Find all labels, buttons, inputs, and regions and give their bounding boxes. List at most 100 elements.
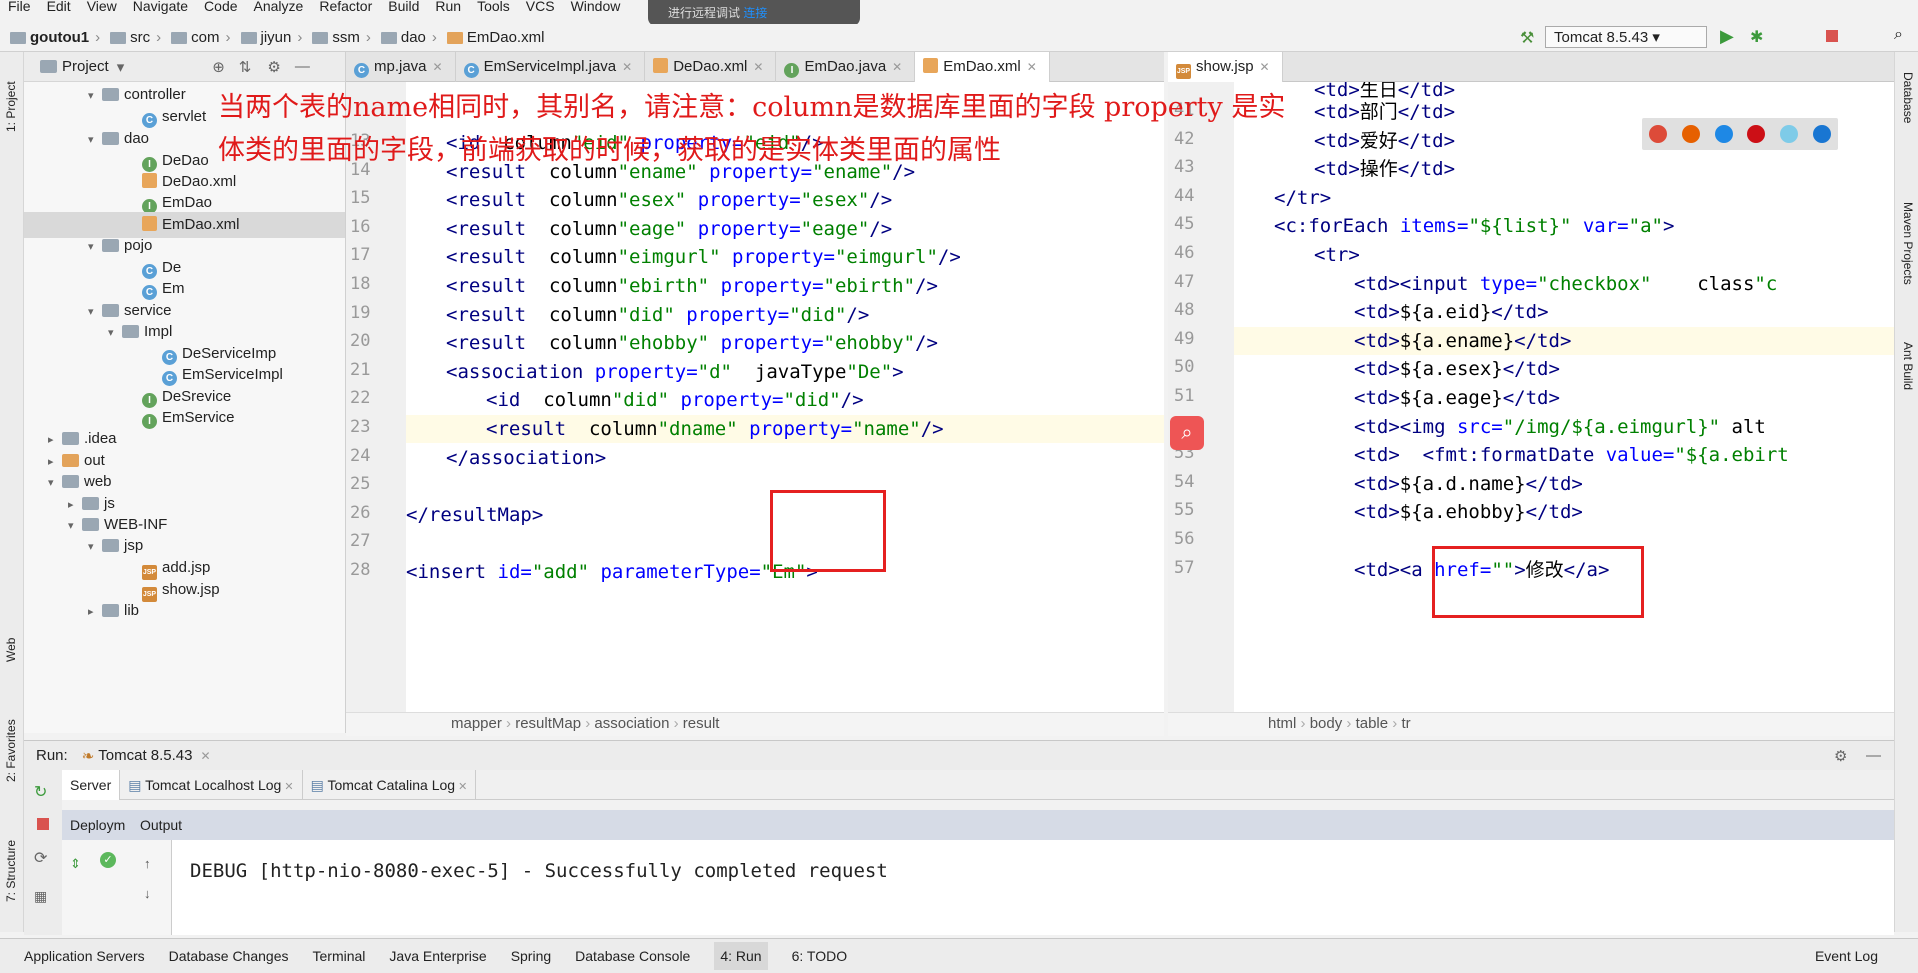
code-line[interactable]: <td>${a.eage}</td> (1354, 384, 1560, 412)
editor-crumb[interactable]: tr (1401, 715, 1410, 732)
run-icon[interactable]: ▶ (1720, 26, 1734, 47)
menu-item-analyze[interactable]: Analyze (254, 0, 304, 14)
minimize-icon[interactable]: — (1866, 747, 1881, 764)
remote-debug-notice[interactable]: 进行远程调试 连接 (648, 0, 860, 26)
status-tool[interactable]: 4: Run (714, 942, 768, 970)
breadcrumb-item[interactable]: dao › (380, 29, 437, 46)
layout-icon[interactable]: ▦ (34, 888, 47, 905)
code-line[interactable]: <td>${a.d.name}</td> (1354, 470, 1583, 498)
menu-item-view[interactable]: View (87, 0, 117, 14)
menu-item-file[interactable]: File (8, 0, 31, 14)
code-line[interactable]: </tr> (1274, 184, 1331, 212)
code-line[interactable]: <td>${a.ename}</td> (1234, 326, 1894, 355)
code-line[interactable]: <result column"ehobby" property="ehobby"… (446, 329, 938, 357)
code-line[interactable]: <result column"ebirth" property="ebirth"… (446, 272, 938, 300)
run-tab[interactable]: ▤ Tomcat Localhost Log ✕ (120, 770, 303, 800)
find-icon[interactable]: ⌕ (1170, 416, 1204, 450)
firefox-icon[interactable] (1681, 125, 1700, 143)
code-line[interactable]: <td>爱好</td> (1314, 127, 1455, 155)
close-icon[interactable]: ✕ (433, 60, 443, 74)
status-tool[interactable]: Spring (511, 948, 551, 964)
collapse-icon[interactable]: ⇅ (239, 58, 252, 76)
editor-crumb[interactable]: resultMap (515, 715, 581, 732)
run-config-tab[interactable]: Tomcat 8.5.43 (98, 747, 192, 764)
run-tab[interactable]: ▤ Tomcat Catalina Log ✕ (303, 770, 477, 800)
ant-tool-label[interactable]: Ant Build (1901, 342, 1915, 390)
menu-item-edit[interactable]: Edit (47, 0, 71, 14)
menu-item-navigate[interactable]: Navigate (133, 0, 188, 14)
editor-tab[interactable]: C EmServiceImpl.java ✕ (456, 52, 646, 82)
maven-tool-label[interactable]: Maven Projects (1901, 202, 1915, 285)
search-icon[interactable]: ⌕ (1894, 26, 1903, 44)
close-icon[interactable]: ✕ (281, 781, 293, 793)
database-tool-label[interactable]: Database (1901, 72, 1915, 123)
edge-icon[interactable] (1812, 125, 1831, 143)
menu-item-window[interactable]: Window (571, 0, 621, 14)
code-line[interactable]: <insert id="add" parameterType="Em"> (406, 558, 818, 586)
code-line[interactable]: <id column"did" property="did"/> (486, 386, 864, 414)
menu-item-refactor[interactable]: Refactor (319, 0, 372, 14)
status-tool[interactable]: Application Servers (24, 948, 145, 964)
close-icon[interactable]: ✕ (455, 781, 467, 793)
editor-tab[interactable]: I EmDao.java ✕ (776, 52, 916, 82)
code-line[interactable]: <td>${a.eid}</td> (1354, 298, 1549, 326)
status-tool[interactable]: Database Console (575, 948, 690, 964)
target-icon[interactable]: ⊕ (212, 58, 225, 76)
gear-icon[interactable]: ⚙ (1834, 747, 1847, 765)
code-line[interactable]: <result column"dname" property="name"/> (406, 415, 1164, 443)
editor-tab[interactable]: DeDao.xml ✕ (645, 52, 777, 82)
breadcrumb-item[interactable]: src › (110, 29, 161, 46)
status-tool[interactable]: Database Changes (169, 948, 289, 964)
project-tool-label[interactable]: 1: Project (4, 81, 18, 132)
code-line[interactable]: <td>${a.ehobby}</td> (1354, 498, 1583, 526)
code-line[interactable]: <result column"did" property="did"/> (446, 301, 869, 329)
console-output[interactable]: DEBUG [http-nio-8080-exec-5] - Successfu… (172, 840, 1894, 935)
close-icon[interactable]: ✕ (1027, 60, 1037, 74)
structure-tool-label[interactable]: 7: Structure (4, 840, 18, 902)
close-icon[interactable]: ✕ (753, 60, 763, 74)
code-line[interactable]: <td><input type="checkbox" class"c (1354, 270, 1777, 298)
menu-item-tools[interactable]: Tools (477, 0, 510, 14)
debug-icon[interactable]: ✱ (1750, 27, 1763, 47)
close-icon[interactable]: ✕ (622, 60, 632, 74)
chrome-icon[interactable] (1649, 125, 1668, 143)
code-line[interactable]: <result column"eage" property="eage"/> (446, 215, 892, 243)
code-line[interactable]: </resultMap> (406, 501, 543, 529)
editor-crumb[interactable]: association (594, 715, 669, 732)
tree-item[interactable]: ▸ lib (24, 598, 345, 625)
run-tab[interactable]: Server (62, 770, 121, 800)
expand-icon[interactable]: ⇕ (70, 856, 81, 872)
gear-icon[interactable]: ⚙ (267, 58, 280, 76)
breadcrumb-item[interactable]: com › (171, 29, 231, 46)
code-line[interactable]: <result column"esex" property="esex"/> (446, 186, 892, 214)
code-line[interactable]: <td>部门</td> (1314, 98, 1455, 126)
editor-tab[interactable]: EmDao.xml ✕ (915, 52, 1050, 82)
run-config-select[interactable]: Tomcat 8.5.43 ▾ (1545, 26, 1707, 48)
code-line[interactable]: <td>${a.esex}</td> (1354, 355, 1560, 383)
editor-crumb[interactable]: body (1310, 715, 1343, 732)
safari-icon[interactable] (1714, 125, 1733, 143)
menu-item-vcs[interactable]: VCS (526, 0, 555, 14)
breadcrumb-item[interactable]: ssm › (312, 29, 371, 46)
editor-tab[interactable]: Cmp.java ✕ (346, 52, 456, 82)
breadcrumb-item[interactable]: goutou1 › (10, 29, 100, 46)
menu-item-run[interactable]: Run (435, 0, 461, 14)
project-panel-title[interactable]: Project (62, 58, 109, 75)
notice-link[interactable]: 连接 (743, 6, 767, 20)
rerun-icon[interactable]: ↻ (34, 782, 47, 802)
code-line[interactable]: <tr> (1314, 241, 1360, 269)
code-line[interactable]: <association property="d" javaType"De"> (446, 358, 904, 386)
refresh-icon[interactable]: ⟳ (34, 848, 47, 868)
favorites-tool-label[interactable]: 2: Favorites (4, 719, 18, 782)
editor-crumb[interactable]: html (1268, 715, 1296, 732)
chevron-icon[interactable]: ▸ (88, 599, 102, 625)
web-tool-label[interactable]: Web (4, 638, 18, 662)
editor-crumb[interactable]: table (1356, 715, 1389, 732)
breadcrumb-item[interactable]: jiyun › (240, 29, 302, 46)
left-code-editor[interactable]: <id column"eid" property="eid"/> <result … (406, 82, 1164, 712)
status-tool[interactable]: Terminal (313, 948, 366, 964)
ie-icon[interactable] (1779, 125, 1798, 143)
code-line[interactable]: <c:forEach items="${list}" var="a"> (1274, 212, 1674, 240)
hammer-icon[interactable]: ⚒ (1520, 28, 1534, 48)
stop-icon[interactable] (37, 818, 49, 830)
